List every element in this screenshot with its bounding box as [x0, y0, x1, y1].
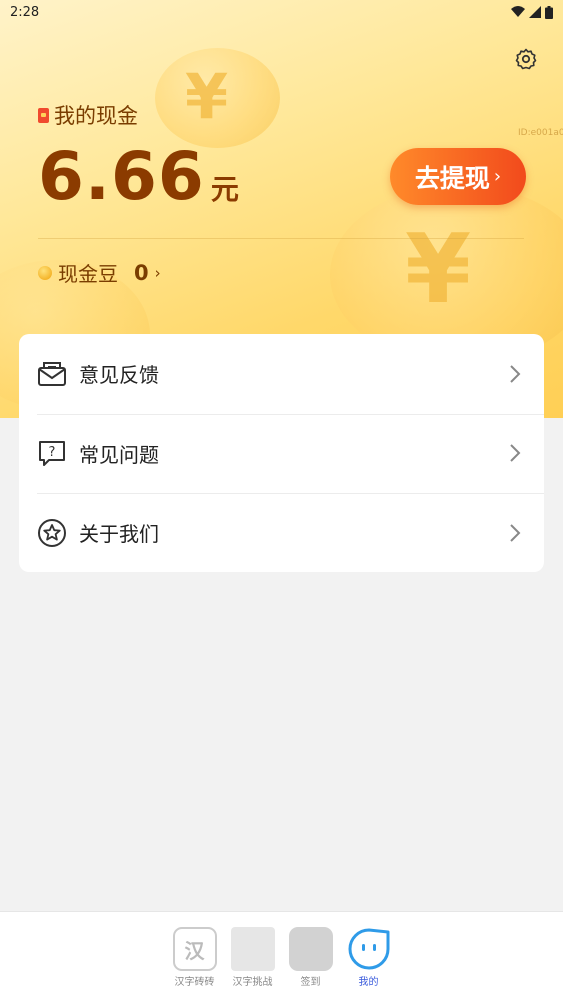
chevron-right-icon	[510, 444, 521, 462]
menu-item-label: 常见问题	[79, 442, 159, 467]
tab-label: 汉字挑战	[232, 977, 273, 988]
cash-title: 我的现金	[38, 100, 138, 130]
yuan-glyph-decoration: ¥	[405, 215, 472, 325]
status-time: 2:28	[10, 4, 40, 20]
yuan-glyph-decoration: ¥	[185, 60, 229, 133]
chevron-right-icon: ›	[154, 263, 161, 282]
status-icons	[511, 5, 553, 19]
bottom-tab-bar: 汉 汉字砖砖 汉字挑战 签到 我的	[0, 911, 563, 1001]
cash-amount: 6.66 元	[38, 138, 239, 215]
tab-label: 汉字砖砖	[174, 977, 215, 988]
withdraw-button[interactable]: 去提现 ›	[390, 148, 526, 205]
tab-chinese-blocks[interactable]: 汉 汉字砖砖	[172, 927, 217, 1001]
challenge-icon	[230, 927, 275, 971]
wifi-icon	[511, 6, 525, 17]
cash-amount-unit: 元	[210, 173, 239, 206]
menu-item-label: 关于我们	[79, 522, 159, 547]
check-in-icon	[288, 927, 333, 971]
tab-label: 签到	[300, 977, 321, 988]
divider	[38, 238, 524, 239]
gear-icon[interactable]	[514, 47, 538, 71]
svg-text:?: ?	[49, 445, 56, 460]
tab-chinese-challenge[interactable]: 汉字挑战	[230, 927, 275, 1001]
mail-icon	[38, 361, 66, 386]
menu-item-about[interactable]: 关于我们	[19, 493, 544, 573]
cash-beans-count: 0	[134, 260, 149, 285]
question-bubble-icon: ?	[39, 441, 65, 467]
withdraw-button-label: 去提现	[414, 163, 490, 193]
red-envelope-icon	[38, 107, 49, 123]
menu-card: 意见反馈 ? 常见问题 关于我们	[19, 334, 544, 572]
chevron-right-icon	[510, 524, 521, 542]
chevron-right-icon	[510, 365, 521, 383]
menu-item-label: 意见反馈	[79, 363, 159, 388]
bean-icon	[38, 265, 52, 280]
smiley-face-icon	[348, 928, 389, 970]
cash-amount-value: 6.66	[38, 138, 205, 215]
battery-icon	[545, 5, 553, 19]
status-bar: 2:28	[0, 0, 563, 24]
user-id: ID:e001a0	[518, 128, 563, 138]
cash-beans-label: 现金豆	[58, 262, 118, 286]
cash-beans-row[interactable]: 现金豆 0 ›	[38, 258, 161, 287]
tab-icon-glyph: 汉	[184, 938, 205, 963]
star-circle-icon	[38, 518, 66, 547]
tab-mine[interactable]: 我的	[348, 927, 390, 1001]
tab-label: 我的	[358, 977, 379, 988]
tab-check-in[interactable]: 签到	[288, 927, 333, 1001]
chevron-right-icon: ›	[493, 166, 502, 187]
chinese-character-icon: 汉	[172, 927, 217, 971]
signal-icon	[529, 6, 541, 18]
cash-title-label: 我的现金	[54, 104, 138, 128]
menu-item-faq[interactable]: ? 常见问题	[19, 413, 544, 494]
menu-item-feedback[interactable]: 意见反馈	[19, 334, 544, 414]
